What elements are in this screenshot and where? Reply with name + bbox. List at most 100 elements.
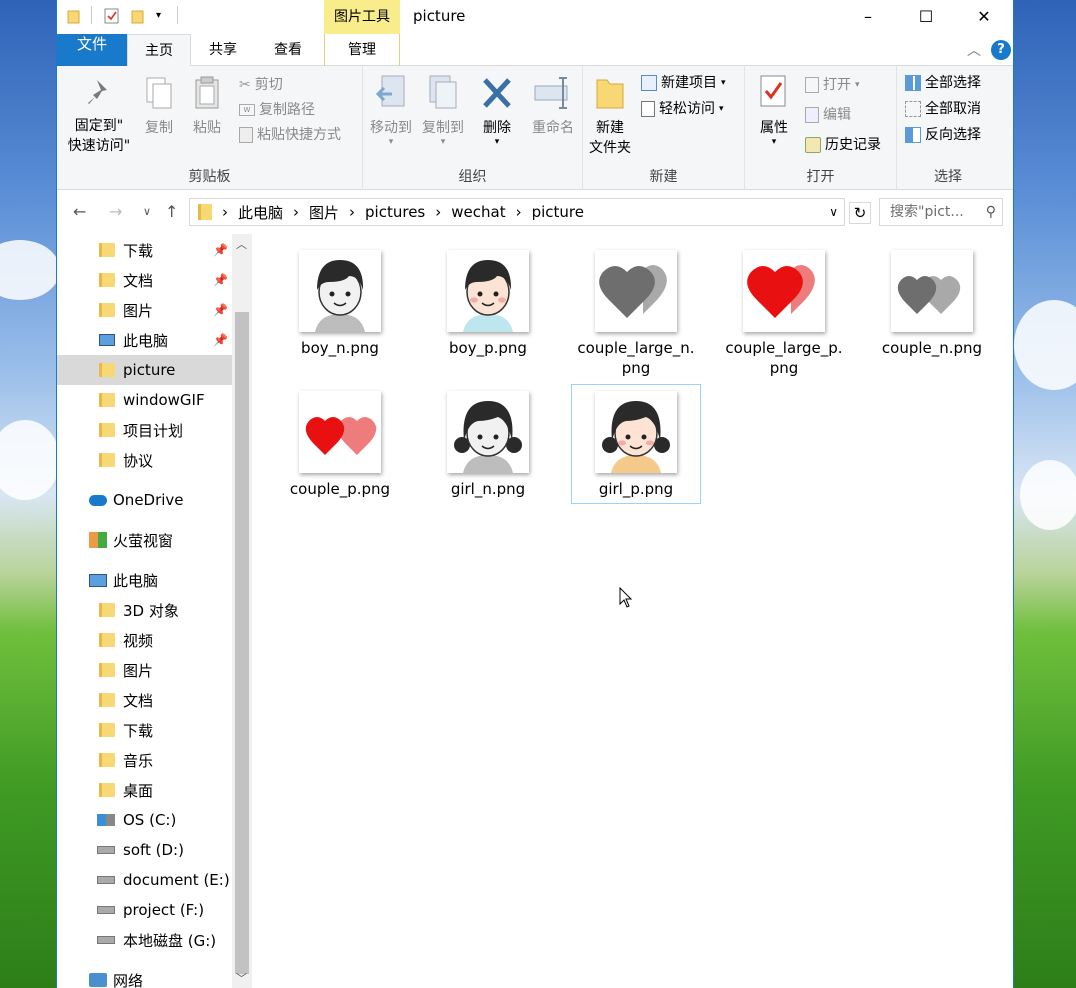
copy-path-button[interactable]: W 复制路径 bbox=[239, 99, 315, 121]
breadcrumb-wechat[interactable]: wechat bbox=[451, 203, 505, 221]
history-button[interactable]: 历史记录 bbox=[805, 134, 881, 156]
properties-quick-icon[interactable] bbox=[104, 8, 120, 28]
gray-hearts-icon bbox=[595, 250, 677, 332]
close-button[interactable]: ✕ bbox=[955, 0, 1013, 32]
delete-button[interactable]: 删除 ▾ bbox=[477, 74, 517, 147]
tab-manage[interactable]: 管理 bbox=[324, 34, 400, 66]
pin-icon: 📌 bbox=[213, 243, 228, 257]
boy-n-thumbnail bbox=[299, 250, 381, 332]
open-button[interactable]: 打开 ▾ bbox=[805, 74, 860, 96]
file-item-girl-n[interactable]: girl_n.png bbox=[423, 391, 553, 499]
boy-p-thumbnail bbox=[447, 250, 529, 332]
couple-p-thumbnail bbox=[299, 391, 381, 473]
scroll-down-icon[interactable]: ﹀ bbox=[236, 970, 247, 986]
new-folder-button[interactable]: 新建 文件夹 bbox=[585, 74, 635, 158]
tree-item-drive-f[interactable]: project (F:) bbox=[57, 895, 232, 925]
girl-color-avatar-icon bbox=[595, 391, 677, 473]
customize-quick-access-icon[interactable]: ▾ bbox=[156, 10, 161, 21]
pin-to-quick-access-button[interactable]: 固定到" 快速访问" bbox=[63, 76, 135, 156]
tree-item-pictures-pinned[interactable]: 图片 📌 bbox=[57, 295, 232, 325]
cut-button[interactable]: ✂ 剪切 bbox=[239, 74, 283, 96]
select-none-button[interactable]: 全部取消 bbox=[905, 98, 981, 120]
tab-file[interactable]: 文件 bbox=[57, 34, 127, 66]
minimize-button[interactable]: – bbox=[839, 0, 897, 32]
tree-item-network[interactable]: 网络 bbox=[57, 965, 232, 988]
up-arrow-icon[interactable]: ↑ bbox=[165, 202, 178, 221]
tree-item-drive-g[interactable]: 本地磁盘 (G:) bbox=[57, 925, 232, 955]
copy-button[interactable]: 复制 bbox=[137, 76, 181, 138]
tab-view[interactable]: 查看 bbox=[255, 34, 321, 66]
breadcrumb-pictures-cn[interactable]: 图片 bbox=[309, 202, 339, 223]
tree-item-huoying[interactable]: 火萤视窗 bbox=[57, 525, 232, 555]
paste-button[interactable]: 粘贴 bbox=[185, 76, 229, 138]
breadcrumb-this-pc[interactable]: 此电脑 bbox=[238, 202, 283, 223]
tree-item-drive-e[interactable]: document (E:) bbox=[57, 865, 232, 895]
file-item-boy-n[interactable]: boy_n.png bbox=[275, 250, 405, 358]
tree-item-this-pc[interactable]: 此电脑 bbox=[57, 565, 232, 595]
tree-item-this-pc-pinned[interactable]: 此电脑 📌 bbox=[57, 325, 232, 355]
tree-item-project-plan[interactable]: 项目计划 bbox=[57, 415, 232, 445]
ribbon-tabs: 文件 主页 共享 查看 管理 ︿ ? bbox=[57, 34, 1013, 67]
invert-selection-button[interactable]: 反向选择 bbox=[905, 124, 981, 146]
edit-button[interactable]: 编辑 bbox=[805, 104, 851, 126]
tree-item-3d-objects[interactable]: 3D 对象 bbox=[57, 595, 232, 625]
tree-item-onedrive[interactable]: OneDrive bbox=[57, 485, 232, 515]
maximize-button[interactable]: ☐ bbox=[897, 0, 955, 32]
recent-locations-chevron-icon[interactable]: ∨ bbox=[143, 205, 151, 218]
tree-item-downloads[interactable]: 下载 bbox=[57, 715, 232, 745]
tree-item-picture[interactable]: picture bbox=[57, 355, 232, 385]
scrollbar-thumb[interactable] bbox=[235, 312, 249, 974]
open-label: 打开 bbox=[823, 77, 851, 93]
properties-button[interactable]: 属性 ▾ bbox=[753, 74, 795, 147]
scroll-up-icon[interactable]: ︿ bbox=[236, 236, 247, 252]
collapse-ribbon-icon[interactable]: ︿ bbox=[967, 40, 981, 60]
tab-home[interactable]: 主页 bbox=[127, 34, 191, 67]
rename-button[interactable]: 重命名 bbox=[527, 74, 579, 138]
address-dropdown-chevron-icon[interactable]: ∨ bbox=[829, 205, 838, 219]
file-item-couple-large-n[interactable]: couple_large_n. png bbox=[571, 250, 701, 378]
folder-icon bbox=[99, 363, 115, 377]
move-to-button[interactable]: 移动到 ▾ bbox=[365, 74, 417, 147]
breadcrumb-pictures[interactable]: pictures bbox=[365, 203, 425, 221]
tree-item-drive-c[interactable]: OS (C:) bbox=[57, 805, 232, 835]
file-item-couple-p[interactable]: couple_p.png bbox=[275, 391, 405, 499]
windows-drive-icon bbox=[97, 814, 115, 826]
file-item-couple-n[interactable]: couple_n.png bbox=[867, 250, 997, 358]
folder-icon bbox=[198, 204, 212, 220]
tree-item-agreement[interactable]: 协议 bbox=[57, 445, 232, 475]
copy-to-button[interactable]: 复制到 ▾ bbox=[417, 74, 469, 147]
new-folder-quick-icon[interactable] bbox=[131, 8, 145, 28]
pictures-folder-icon bbox=[99, 303, 115, 317]
search-input[interactable]: 搜索"pict... ⚲ bbox=[879, 198, 1003, 226]
tree-item-drive-d[interactable]: soft (D:) bbox=[57, 835, 232, 865]
file-name: boy_p.png bbox=[449, 339, 527, 357]
folder-icon bbox=[67, 8, 81, 28]
tree-item-videos[interactable]: 视频 bbox=[57, 625, 232, 655]
dropdown-caret-icon: ▾ bbox=[719, 104, 724, 114]
tree-item-documents-pinned[interactable]: 文档 📌 bbox=[57, 265, 232, 295]
file-item-girl-p[interactable]: girl_p.png bbox=[571, 384, 701, 504]
refresh-icon[interactable]: ↻ bbox=[849, 202, 871, 224]
back-arrow-icon[interactable]: ← bbox=[73, 202, 86, 221]
tree-item-desktop[interactable]: 桌面 bbox=[57, 775, 232, 805]
tree-item-documents[interactable]: 文档 bbox=[57, 685, 232, 715]
context-tab-label: 图片工具 bbox=[334, 9, 390, 25]
file-item-couple-large-p[interactable]: couple_large_p. png bbox=[719, 250, 849, 378]
tab-share[interactable]: 共享 bbox=[191, 34, 255, 66]
help-icon[interactable]: ? bbox=[991, 40, 1011, 60]
tree-item-label: soft (D:) bbox=[123, 841, 184, 859]
file-item-boy-p[interactable]: boy_p.png bbox=[423, 250, 553, 358]
easy-access-button[interactable]: 轻松访问 ▾ bbox=[641, 98, 724, 120]
tree-item-label: 此电脑 bbox=[123, 331, 169, 350]
navigation-scrollbar[interactable]: ︿ ﹀ bbox=[232, 234, 252, 988]
tree-item-pictures[interactable]: 图片 bbox=[57, 655, 232, 685]
tree-item-music[interactable]: 音乐 bbox=[57, 745, 232, 775]
forward-arrow-icon[interactable]: → bbox=[109, 202, 122, 221]
tree-item-downloads-pinned[interactable]: 下载 📌 bbox=[57, 235, 232, 265]
tree-item-windowgif[interactable]: windowGIF bbox=[57, 385, 232, 415]
new-item-button[interactable]: 新建项目 ▾ bbox=[641, 72, 726, 94]
paste-shortcut-button[interactable]: 粘贴快捷方式 bbox=[239, 124, 341, 146]
breadcrumb-picture[interactable]: picture bbox=[532, 203, 584, 221]
select-all-button[interactable]: 全部选择 bbox=[905, 72, 981, 94]
address-box[interactable]: › 此电脑 › 图片 › pictures › wechat › picture… bbox=[189, 198, 845, 226]
